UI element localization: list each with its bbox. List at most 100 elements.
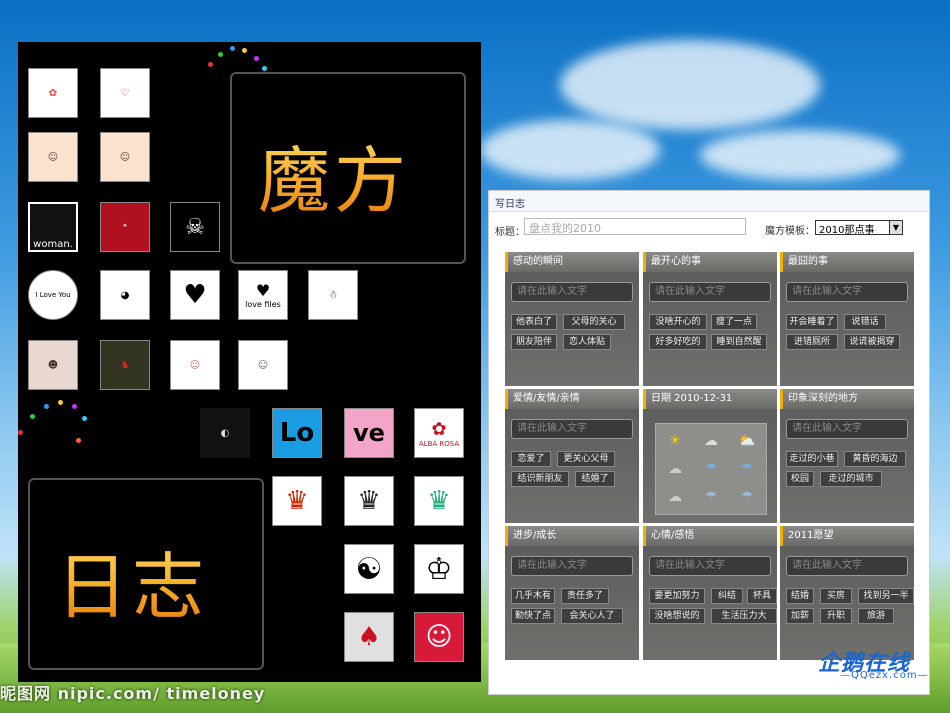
thumb-panda-doodle[interactable]: ◕ (100, 270, 150, 320)
thumb-crown[interactable]: ♔ (414, 544, 464, 594)
thumb-love-ve[interactable]: ve (344, 408, 394, 458)
snow-rain-icon[interactable]: ☂ (700, 488, 722, 506)
cube-cell-header: 最开心的事 (643, 252, 777, 272)
quick-phrase-button[interactable]: 升职 (820, 608, 852, 624)
cube-cell-input[interactable]: 请在此输入文字 (786, 419, 908, 439)
title-input[interactable]: 盘点我的2010 (524, 218, 746, 235)
thumb-alba-text: ALBA ROSA (418, 439, 460, 448)
quick-phrase-button[interactable]: 会关心人了 (561, 608, 623, 624)
thumb-skull-bunny[interactable]: ☠ (170, 202, 220, 252)
quick-phrase-button[interactable]: 结识新朋友 (511, 471, 569, 487)
thumb-love-ve-text: ve (353, 419, 385, 447)
cube-cell: 进步/成长请在此输入文字几乎木有 责任多了 勤快了点 会关心人了 (505, 526, 639, 660)
quick-phrase-button[interactable]: 加薪 (786, 608, 814, 624)
cube-cell-header: 进步/成长 (505, 526, 639, 546)
quick-phrase-button[interactable]: 找到另一半 (858, 588, 914, 604)
rain-icon[interactable]: ☂ (736, 460, 758, 478)
quick-phrase-button[interactable]: 恋人体贴 (563, 334, 611, 350)
cube-cell-input[interactable]: 请在此输入文字 (649, 282, 771, 302)
rain-icon[interactable]: ☂ (700, 460, 722, 478)
partly-cloudy-icon[interactable]: ⛅ (736, 432, 758, 450)
quick-phrase-button[interactable]: 说谎被揭穿 (844, 334, 900, 350)
quick-phrase-button[interactable]: 要更加努力 (649, 588, 705, 604)
quick-phrase-button[interactable]: 结婚了 (575, 471, 615, 487)
cloud-icon[interactable]: ☁ (664, 488, 686, 506)
cube-cell-input[interactable]: 请在此输入文字 (649, 556, 771, 576)
thumb-sheep-face[interactable]: ☺ (238, 340, 288, 390)
quick-phrase-button[interactable]: 几乎木有 (511, 588, 555, 604)
cube-cell: 日期 2010-12-31 ☀ ☁ ⛅ ☁ ☂ ☂ ☁ ☂ ☂ (643, 389, 777, 523)
thumb-opera-mask-white[interactable]: ♛ (344, 476, 394, 526)
cube-cell-input[interactable]: 请在此输入文字 (786, 556, 908, 576)
thumb-red-devil[interactable]: ♞ (100, 340, 150, 390)
cube-cell-input[interactable]: 请在此输入文字 (511, 282, 633, 302)
thumb-love-files[interactable]: ♥ love files (238, 270, 288, 320)
template-label: 魔方模板： (765, 226, 815, 237)
cube-cell: 心情/感悟 请在此输入文字 要更加努力 纠结 杯具 没啥想说的 生活压力大 (643, 526, 777, 660)
thumb-love-lo[interactable]: Lo (272, 408, 322, 458)
thumb-doll-face[interactable]: ☺ (170, 340, 220, 390)
sparkle-dot (230, 46, 235, 51)
thumb-alba-rosa[interactable]: ✿ ALBA ROSA (414, 408, 464, 458)
thumb-korean-sticker[interactable]: ✿ (28, 68, 78, 118)
quick-phrase-button[interactable]: 没啥开心的 (649, 314, 707, 330)
sparkle-dot (30, 414, 35, 419)
thumb-yin-yang[interactable]: ☯ (344, 544, 394, 594)
quick-phrase-button[interactable]: 勤快了点 (511, 608, 555, 624)
thumb-woman[interactable]: woman. (28, 202, 78, 252)
quick-phrase-button[interactable]: 进错厕所 (786, 334, 838, 350)
thumb-i-love-you[interactable]: I Love You (28, 270, 78, 320)
thumb-opera-mask-green[interactable]: ♛ (414, 476, 464, 526)
quick-phrase-button[interactable]: 说错话 (844, 314, 886, 330)
cube-cell-input[interactable]: 请在此输入文字 (511, 556, 633, 576)
quick-phrase-button[interactable]: 朋友陪伴 (511, 334, 557, 350)
quick-phrase-button[interactable]: 瘦了一点 (711, 314, 757, 330)
thumb-cat-girl[interactable]: ☻ (28, 340, 78, 390)
thumb-dark-face[interactable]: ◐ (200, 408, 250, 458)
tab-write-diary[interactable]: 写日志 (495, 195, 525, 210)
thunderstorm-icon[interactable]: ☂ (736, 488, 758, 506)
form-tab-bar: 写日志 (489, 191, 929, 212)
thumb-black-heart[interactable]: ♥ (170, 270, 220, 320)
quick-phrase-button[interactable]: 睡到自然醒 (711, 334, 767, 350)
thumb-heart-doodle[interactable]: ♡ (100, 68, 150, 118)
thumb-striped-monster[interactable]: ☃ (308, 270, 358, 320)
thumb-red-chair-girl[interactable]: ♠ (344, 612, 394, 662)
quick-phrase-button[interactable]: 走过的小巷 (786, 451, 838, 467)
cube-cell-input[interactable]: 请在此输入文字 (511, 419, 633, 439)
quick-phrase-button[interactable]: 纠结 (711, 588, 743, 604)
quick-phrase-button[interactable]: 生活压力大 (711, 608, 777, 624)
cloud (480, 120, 660, 180)
quick-phrase-button[interactable]: 黄昏的海边 (844, 451, 906, 467)
quick-phrase-button[interactable]: 好多好吃的 (649, 334, 707, 350)
quick-phrase-button[interactable]: 走过的城市 (820, 471, 882, 487)
quick-phrase-button[interactable]: 父母的关心 (563, 314, 625, 330)
cube-cell: 感动的瞬间 请在此输入文字 他表白了 父母的关心 朋友陪伴 恋人体贴 (505, 252, 639, 386)
template-select[interactable]: 2010那点事 ▼ (815, 220, 903, 236)
quick-phrase-button[interactable]: 结婚 (786, 588, 814, 604)
thumb-star-girl[interactable]: ☺ (28, 132, 78, 182)
thumb-opera-mask-red[interactable]: ♛ (272, 476, 322, 526)
quick-phrase-button[interactable]: 他表白了 (511, 314, 557, 330)
cloud-icon[interactable]: ☁ (700, 432, 722, 450)
title-label: 标题： (495, 227, 525, 238)
quick-phrase-button[interactable]: 责任多了 (561, 588, 609, 604)
thumb-red-quote[interactable]: ❝ (100, 202, 150, 252)
title-mofang: 魔方 (258, 122, 410, 227)
cube-cell: 最开心的事请在此输入文字没啥开心的 瘦了一点 好多好吃的 睡到自然醒 (643, 252, 777, 386)
quick-phrase-button[interactable]: 旅游 (858, 608, 894, 624)
thumb-red-hair-girl[interactable]: ☺ (414, 612, 464, 662)
quick-phrase-button[interactable]: 校园 (786, 471, 814, 487)
quick-phrase-button[interactable]: 没啥想说的 (649, 608, 705, 624)
thumb-cartoon-girl[interactable]: ☺ (100, 132, 150, 182)
quick-phrase-button[interactable]: 恋爱了 (511, 451, 551, 467)
cube-cell: 2011愿望 请在此输入文字 结婚 买房 找到另一半 加薪 升职 旅游 (780, 526, 914, 660)
quick-phrase-button[interactable]: 杯具 (747, 588, 777, 604)
cube-cell-input[interactable]: 请在此输入文字 (786, 282, 908, 302)
sun-icon[interactable]: ☀ (664, 432, 686, 450)
quick-phrase-button[interactable]: 买房 (820, 588, 852, 604)
quick-phrase-button[interactable]: 开会睡着了 (786, 314, 838, 330)
quick-phrase-button[interactable]: 更关心父母 (557, 451, 615, 467)
overcast-icon[interactable]: ☁ (664, 460, 686, 478)
chevron-down-icon[interactable]: ▼ (889, 221, 902, 234)
